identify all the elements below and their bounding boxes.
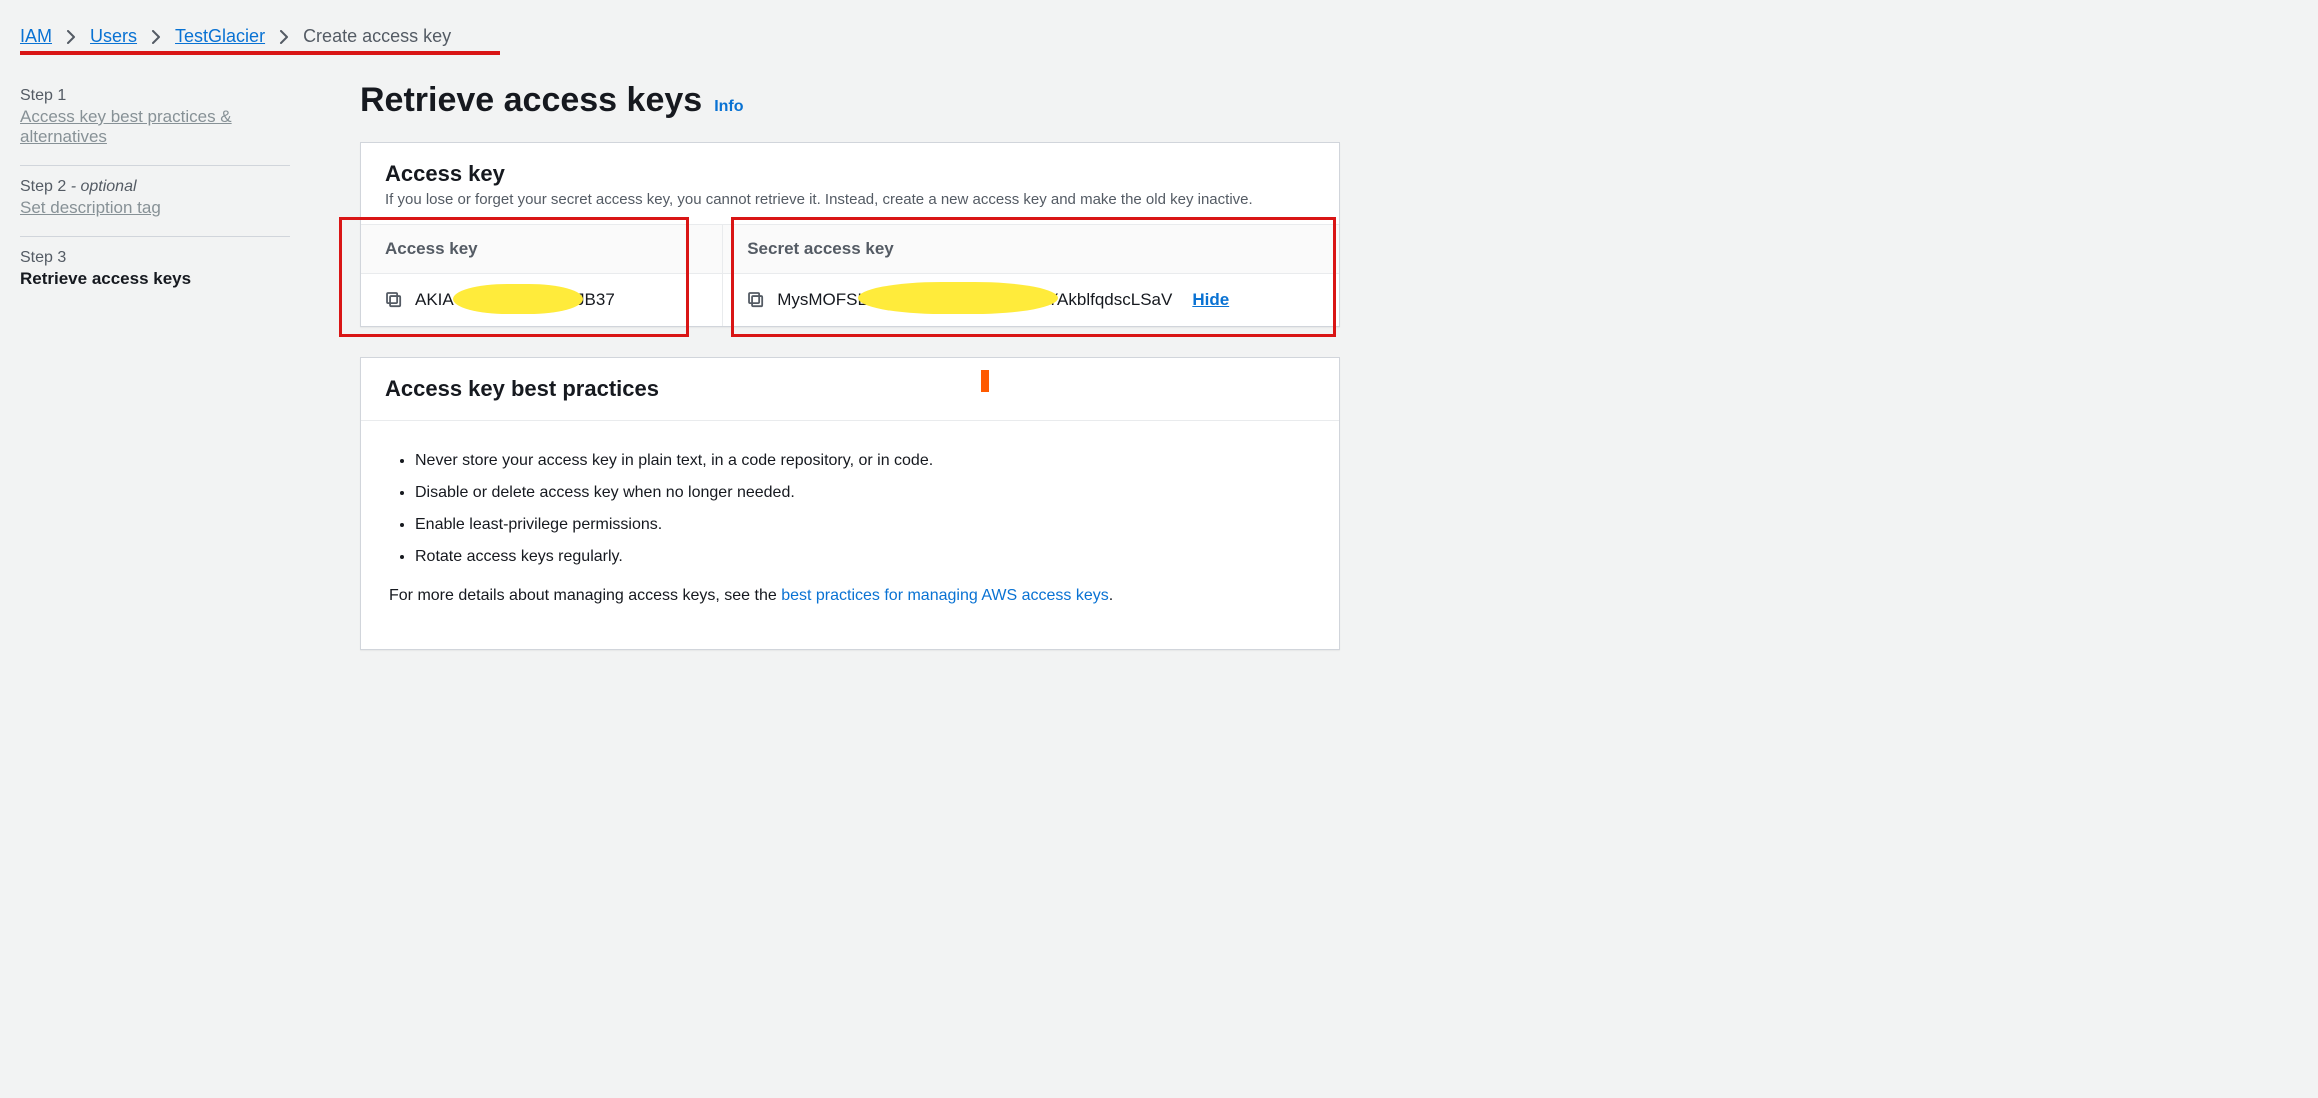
chevron-right-icon [279,30,289,44]
secret-key-column: Secret access key MysMOFSLYAkblfqdscLSaV… [723,225,1339,326]
best-practices-card: Access key best practices Never store yo… [360,357,1340,650]
wizard-step-3-title: Retrieve access keys [20,269,300,289]
wizard-step-1-title: Access key best practices & alternatives [20,107,300,147]
access-key-card: Access key If you lose or forget your se… [360,142,1340,327]
copy-icon[interactable] [385,291,403,309]
wizard-step-1[interactable]: Step 1 Access key best practices & alter… [20,81,300,165]
chevron-right-icon [151,30,161,44]
secret-key-column-header: Secret access key [723,225,1339,274]
access-key-column-header: Access key [361,225,722,274]
info-link[interactable]: Info [714,98,743,116]
wizard-step-2-title: Set description tag [20,198,300,218]
annotation-orange-tick [981,370,989,392]
best-practices-link[interactable]: best practices for managing AWS access k… [781,587,1109,604]
list-item: Never store your access key in plain tex… [415,449,1311,473]
wizard-step-2[interactable]: Step 2 - optional Set description tag [20,172,300,236]
wizard-step-3: Step 3 Retrieve access keys [20,243,300,307]
breadcrumb-testglacier[interactable]: TestGlacier [175,26,265,47]
breadcrumb-current: Create access key [303,26,451,47]
wizard-step-3-label: Step 3 [20,249,300,267]
wizard-step-1-label: Step 1 [20,87,300,105]
list-item: Disable or delete access key when no lon… [415,481,1311,505]
access-key-column: Access key AKIAHJB37 [361,225,723,326]
chevron-right-icon [66,30,76,44]
main-content: Retrieve access keys Info Access key If … [360,81,1340,680]
access-key-card-title: Access key [385,161,1315,187]
best-practices-title: Access key best practices [385,376,1315,402]
wizard-step-2-label: Step 2 - optional [20,178,300,196]
list-item: Enable least-privilege permissions. [415,513,1311,537]
best-practices-more: For more details about managing access k… [389,587,1311,605]
breadcrumb-users[interactable]: Users [90,26,137,47]
wizard-steps: Step 1 Access key best practices & alter… [20,81,300,680]
access-key-value: AKIAHJB37 [415,290,615,310]
page-title: Retrieve access keys [360,81,702,120]
copy-icon[interactable] [747,291,765,309]
access-key-card-subtitle: If you lose or forget your secret access… [385,191,1315,208]
annotation-red-underline [20,51,500,55]
list-item: Rotate access keys regularly. [415,545,1311,569]
hide-secret-link[interactable]: Hide [1192,290,1229,310]
breadcrumb-iam[interactable]: IAM [20,26,52,47]
best-practices-list: Never store your access key in plain tex… [389,449,1311,569]
secret-key-value: MysMOFSLYAkblfqdscLSaV [777,290,1172,310]
